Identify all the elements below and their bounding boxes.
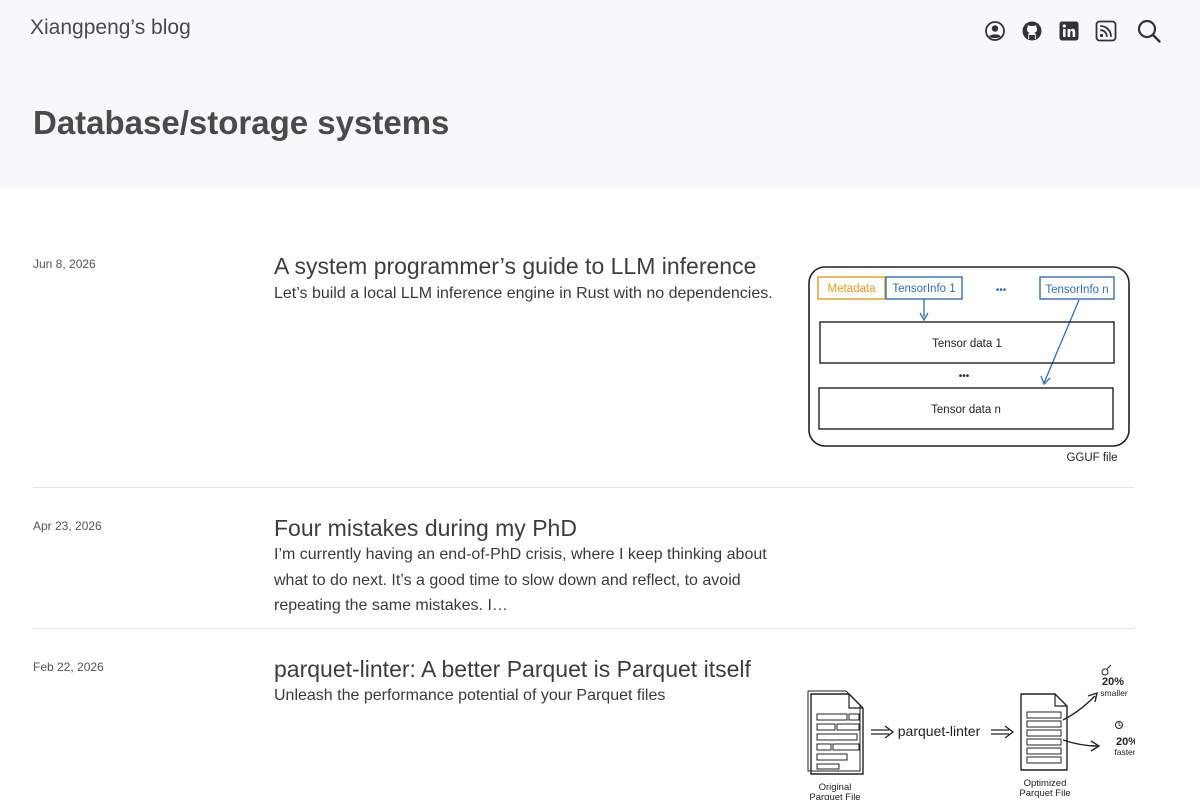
thumb-tool-label: parquet-linter (898, 723, 981, 739)
post-item: Jun 8, 2026 A system programmer’s guide … (33, 188, 1134, 488)
post-title-link[interactable]: parquet-linter: A better Parquet is Parq… (274, 656, 751, 683)
thumb-tensor-data-n-label: Tensor data n (931, 404, 1001, 416)
thumb-optimized-label-line2: Parquet File (1019, 788, 1070, 799)
person-circle-icon[interactable] (984, 20, 1006, 42)
post-description: Let’s build a local LLM inference engine… (274, 285, 773, 302)
post-date: Apr 23, 2026 (33, 519, 102, 533)
thumb-faster-label: faster (1114, 747, 1135, 757)
post-date: Jun 8, 2026 (33, 257, 96, 271)
search-icon[interactable] (1136, 18, 1162, 44)
post-title-link[interactable]: A system programmer’s guide to LLM infer… (274, 253, 756, 280)
thumb-smaller-pct: 20% (1102, 676, 1124, 688)
post-title-link[interactable]: Four mistakes during my PhD (274, 515, 577, 542)
thumb-gguf-caption: GGUF file (1066, 452, 1117, 464)
page-title: Database/storage systems (33, 104, 450, 141)
page-header: Xiangpeng’s blog Database/storage system… (0, 0, 1200, 188)
thumb-tensorinfo-n-label: TensorInfo n (1045, 284, 1108, 296)
thumb-tensorinfo-1-label: TensorInfo 1 (892, 283, 955, 295)
thumb-tensor-data-1-label: Tensor data 1 (932, 338, 1002, 350)
rss-icon[interactable] (1095, 20, 1117, 42)
header-icon-bar (984, 18, 1162, 44)
thumb-metadata-label: Metadata (828, 283, 877, 295)
thumb-ellipsis-top: ••• (996, 285, 1007, 296)
thumb-smaller-label: smaller (1100, 688, 1128, 698)
post-description: I’m currently having an end-of-PhD crisi… (274, 546, 767, 614)
post-thumbnail-parquet-linter-diagram[interactable]: Original Parquet File parquet-linter Opt… (805, 664, 1135, 800)
site-title-link[interactable]: Xiangpeng’s blog (30, 16, 191, 40)
github-icon[interactable] (1021, 20, 1043, 42)
post-thumbnail-gguf-diagram[interactable]: Metadata TensorInfo 1 ••• TensorInfo n T… (803, 262, 1133, 468)
thumb-original-label-line2: Parquet File (809, 792, 860, 800)
post-date: Feb 22, 2026 (33, 660, 104, 674)
post-item: Feb 22, 2026 parquet-linter: A better Pa… (33, 629, 1135, 809)
post-item: Apr 23, 2026 Four mistakes during my PhD… (33, 488, 1134, 629)
linkedin-icon[interactable] (1058, 20, 1080, 42)
post-description: Unleash the performance potential of you… (274, 687, 666, 704)
thumb-ellipsis-mid: ••• (959, 371, 970, 382)
